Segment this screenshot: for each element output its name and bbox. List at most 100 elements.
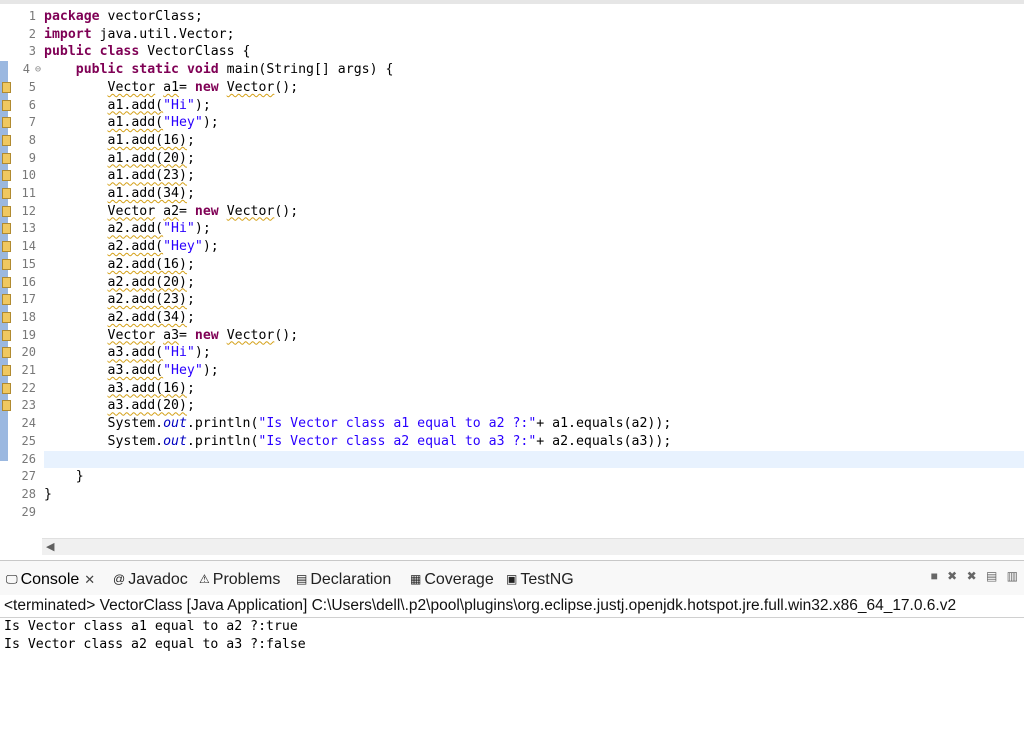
current-code-line[interactable] [44, 450, 1024, 469]
warning-token: Vector [226, 203, 275, 219]
line-number: 22 [0, 380, 42, 398]
warning-marker-icon[interactable] [2, 365, 11, 376]
warning-marker-icon[interactable] [2, 117, 11, 129]
tab-console[interactable]: 🖵 Console ✕ [6, 567, 95, 591]
line-number: 24 [0, 415, 42, 433]
code-line[interactable]: a3.add("Hi"); [44, 344, 1024, 362]
code-line[interactable]: package vectorClass; [44, 8, 1024, 26]
code-editor[interactable]: 1 2 3 4 ⊖ 5 6 7 8 9 10 11 12 13 14 15 16 17 18 19 20 21 22 23 24… [0, 0, 1024, 555]
code-line[interactable]: a2.add(20); [44, 274, 1024, 292]
fold-toggle-icon[interactable]: ⊖ [35, 61, 41, 79]
code-line[interactable]: a1.add("Hi"); [44, 97, 1024, 115]
warning-token: a1.add(16) [107, 132, 187, 148]
code-token: ); [202, 239, 219, 255]
code-line[interactable]: Vector a1= new Vector(); [44, 79, 1024, 97]
warning-marker-icon[interactable] [2, 134, 11, 146]
line-number-text: 10 [21, 168, 36, 183]
code-line[interactable]: System.out.println("Is Vector class a1 e… [44, 415, 1024, 433]
line-number-text: 5 [28, 79, 36, 94]
warning-marker-icon[interactable] [2, 99, 11, 111]
line-number: 25 [0, 433, 42, 451]
line-number-text: 24 [21, 416, 36, 431]
warning-marker-icon[interactable] [2, 258, 11, 270]
code-line[interactable]: } [44, 468, 1024, 486]
code-line[interactable]: public class VectorClass { [44, 43, 1024, 61]
warning-marker-icon[interactable] [2, 188, 11, 199]
code-line[interactable]: a2.add(16); [44, 256, 1024, 274]
code-line[interactable]: a1.add(20); [44, 150, 1024, 168]
code-token: System. [44, 416, 164, 432]
line-number-text: 23 [21, 398, 36, 413]
line-number: 7 [0, 114, 42, 132]
warning-marker-icon[interactable] [2, 205, 11, 217]
code-line[interactable]: a2.add(23); [44, 291, 1024, 309]
tab-declaration[interactable]: ▤ Declaration [296, 567, 391, 591]
line-number-text: 8 [28, 132, 36, 147]
line-number: 15 [0, 256, 42, 274]
code-line[interactable]: public static void main(String[] args) { [44, 61, 1024, 79]
warning-marker-icon[interactable] [2, 152, 11, 164]
line-number-text: 26 [21, 451, 36, 466]
process-status-label: <terminated> VectorClass [Java Applicati… [4, 597, 957, 614]
clear-console-icon[interactable]: ▤ [986, 569, 997, 583]
string-token: "Hi" [163, 345, 195, 361]
code-token: (); [274, 79, 299, 95]
warning-marker-icon[interactable] [2, 294, 11, 306]
code-line[interactable]: a3.add("Hey"); [44, 362, 1024, 380]
warning-marker-icon[interactable] [2, 170, 11, 182]
warning-marker-icon[interactable] [2, 81, 11, 93]
scroll-left-icon[interactable]: ◀ [46, 540, 54, 553]
code-line[interactable]: a1.add("Hey"); [44, 114, 1024, 132]
tab-coverage[interactable]: ▦ Coverage [410, 567, 494, 591]
code-line[interactable]: Vector a3= new Vector(); [44, 327, 1024, 345]
warning-token: a1.add( [107, 97, 164, 113]
code-line[interactable]: a2.add("Hey"); [44, 238, 1024, 256]
code-line[interactable] [44, 504, 1024, 522]
warning-marker-icon[interactable] [2, 241, 11, 253]
code-line[interactable]: } [44, 486, 1024, 504]
line-number-text: 2 [28, 26, 36, 41]
close-icon[interactable]: ✕ [84, 572, 95, 587]
scroll-lock-icon[interactable]: ▥ [1007, 569, 1018, 583]
line-number: 26 [0, 451, 42, 469]
tab-label: Declaration [310, 571, 392, 588]
code-token: ; [186, 398, 195, 414]
terminate-icon[interactable]: ■ [931, 569, 938, 583]
code-line[interactable]: a1.add(16); [44, 132, 1024, 150]
code-line[interactable]: Vector a2= new Vector(); [44, 203, 1024, 221]
tab-testng[interactable]: ▣ TestNG [506, 567, 574, 591]
tab-problems[interactable]: ⚠ Problems [199, 567, 280, 591]
warning-marker-icon[interactable] [2, 223, 11, 235]
code-line[interactable]: a2.add(34); [44, 309, 1024, 327]
warning-marker-icon[interactable] [2, 276, 11, 288]
tab-javadoc[interactable]: @ Javadoc [113, 567, 188, 591]
code-line[interactable]: import java.util.Vector; [44, 26, 1024, 44]
warning-token: Vector [107, 327, 156, 343]
code-line[interactable]: a3.add(20); [44, 397, 1024, 415]
code-token: main(String[] args) { [218, 62, 394, 78]
code-line[interactable]: a1.add(34); [44, 185, 1024, 203]
code-line[interactable]: a1.add(23); [44, 167, 1024, 185]
code-line[interactable]: a3.add(16); [44, 380, 1024, 398]
warning-marker-icon[interactable] [2, 329, 11, 341]
remove-all-terminated-icon[interactable]: ✖ [967, 569, 977, 583]
warning-marker-icon[interactable] [2, 311, 11, 323]
line-number: 27 [0, 468, 42, 486]
remove-launch-icon[interactable]: ✖ [947, 569, 957, 583]
line-number-text: 25 [21, 433, 36, 448]
keyword-token: static [131, 62, 179, 78]
horizontal-scrollbar[interactable]: ◀ [42, 538, 1024, 555]
warning-marker-icon[interactable] [2, 400, 11, 412]
line-number-text: 19 [21, 327, 36, 342]
code-token: = [179, 79, 195, 95]
code-line[interactable]: a2.add("Hi"); [44, 220, 1024, 238]
code-line[interactable]: System.out.println("Is Vector class a2 e… [44, 433, 1024, 451]
warning-marker-icon[interactable] [2, 382, 11, 394]
warning-marker-icon[interactable] [2, 347, 11, 359]
